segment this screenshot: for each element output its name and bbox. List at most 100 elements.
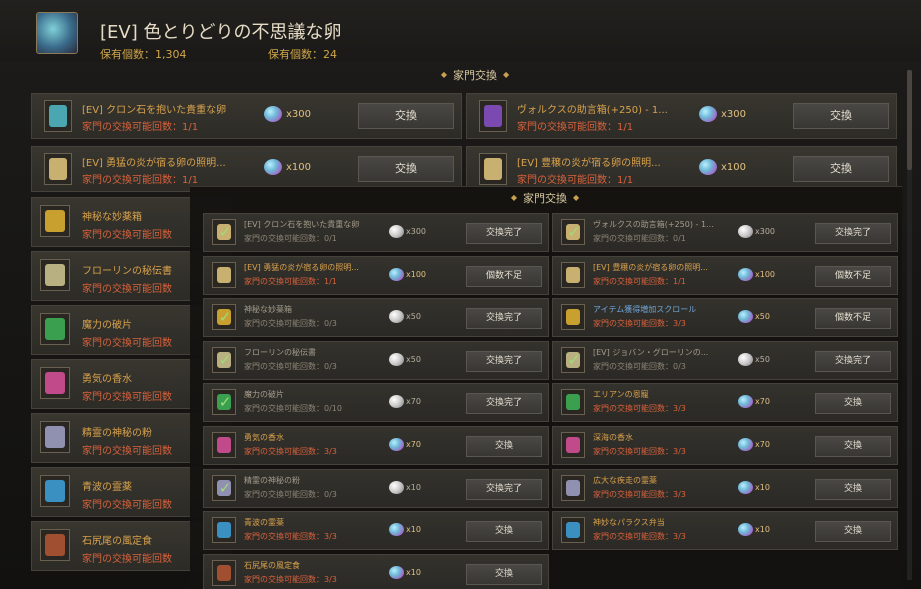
exchange-count: 家門の交換可能回数：1/1 [82,122,199,133]
egg-currency-icon [389,480,404,494]
exchange-button[interactable]: 交換完了 [466,350,542,372]
window-title: [EV] 色とりどりの不思議な卵 [100,22,342,43]
small-item-card: ✓ [EV] ジョバン・グローリンの... 家門の交換可能回数：0/3 x50 交換完了 [552,340,898,380]
checkmark-icon: ✓ [567,223,581,241]
small-item-card: ✓ [EV] クロン石を抱いた貴重な卵 家門の交換可能回数：0/1 x300 交換完了 [203,213,549,252]
exchange-count: 家門の交換可能回数：0/3 [244,319,337,329]
exchange-count: 家門の交換可能回数：1/1 [517,122,634,133]
item-icon-art [484,158,502,180]
egg-currency-icon [389,267,404,281]
egg-currency-icon [389,310,404,324]
item-name: 石尻尾の風定食 [82,536,152,547]
item-icon-art [217,564,231,581]
item-name: アイテム獲得増加スクロール [593,305,697,315]
exchange-count: 家門の交換可能回数 [82,500,172,511]
item-icon-art [566,437,580,453]
exchange-count: 家門の交換可能回数：0/10 [244,404,342,414]
egg-currency-icon [738,395,753,409]
exchange-button[interactable]: 個数不足 [466,265,542,287]
exchange-count: 家門の交換可能回数 [82,230,172,241]
exchange-button[interactable]: 交換 [793,156,889,182]
item-icon [561,304,585,331]
small-item-card: [EV] 勇猛の炎が宿る卵の照明... 家門の交換可能回数：1/1 x100 個数不足 [203,255,549,295]
cost-quantity: x10 [755,482,770,492]
section-title: ◆ 家門交換 ◆ [440,69,510,82]
item-icon [212,517,236,544]
item-icon [561,432,585,458]
exchange-button[interactable]: 交換 [466,521,542,543]
egg-currency-icon [738,310,753,324]
exchange-count: 家門の交換可能回数：1/1 [517,175,634,186]
cost-quantity: x100 [755,269,776,279]
small-item-card: アイテム獲得増加スクロール 家門の交換可能回数：3/3 x50 個数不足 [552,298,898,338]
item-icon [40,475,70,507]
checkmark-icon: ✓ [218,393,232,412]
overlay-panel: ◆ 家門交換 ◆ ✓ [EV] クロン石を抱いた貴重な卵 家門の交換可能回数：0/1 x3… [190,186,902,589]
item-icon-art [45,372,65,394]
small-item-card: 深海の香水 家門の交換可能回数：3/3 x70 交換 [552,426,898,465]
item-name: ヴォルクスの助言箱(+250) - 1... [517,105,668,116]
item-icon: ✓ [212,346,236,373]
exchange-count: 家門の交換可能回数 [82,284,172,295]
small-item-card: ✓ フローリンの秘伝書 家門の交換可能回数：0/3 x50 交換完了 [203,340,549,380]
egg-currency-icon [389,438,404,451]
item-icon [212,432,236,458]
exchange-count: 家門の交換可能回数：1/1 [244,276,337,286]
item-name: 神秘な妙薬箱 [244,305,292,315]
exchange-button[interactable]: 交換完了 [466,308,542,330]
item-icon [40,367,70,399]
egg-currency-icon [738,352,753,366]
item-icon-art [217,437,231,453]
item-name: フローリンの秘伝書 [82,266,172,277]
small-item-card: ✓ ヴォルクスの助言箱(+250) - 1... 家門の交換可能回数：0/1 x300… [552,213,898,252]
exchange-count: 家門の交換可能回数：3/3 [593,489,686,499]
exchange-button[interactable]: 交換 [793,103,889,129]
egg-currency-icon [264,159,282,175]
exchange-button[interactable]: 交換 [358,103,454,129]
item-icon-art [217,522,231,539]
exchange-count: 家門の交換可能回数：3/3 [244,447,337,456]
small-item-card: 勇気の香水 家門の交換可能回数：3/3 x70 交換 [203,426,549,465]
exchange-button[interactable]: 個数不足 [815,308,891,330]
exchange-button[interactable]: 交換完了 [815,350,891,372]
exchange-button[interactable]: 交換完了 [815,223,891,244]
item-icon-art [45,318,65,340]
exchange-button[interactable]: 交換 [815,521,891,543]
exchange-button[interactable]: 交換 [358,156,454,182]
exchange-count: 家門の交換可能回数：1/1 [82,175,199,186]
section-title-label: 家門交換 [453,69,497,82]
item-name: 勇気の香水 [244,433,284,442]
item-icon-art [566,479,580,496]
item-name: 精霊の神秘の粉 [244,475,300,485]
item-icon [561,517,585,544]
exchange-button[interactable]: 交換 [466,563,542,585]
cost-quantity: x70 [755,397,770,407]
egg-currency-icon [738,267,753,281]
egg-currency-icon [389,395,404,409]
exchange-count: 家門の交換可能回数：0/3 [593,361,686,371]
item-name: [EV] クロン石を抱いた貴重な卵 [82,105,227,116]
big-item-card: ヴォルクスの助言箱(+250) - 1... 家門の交換可能回数：1/1 x300 交… [466,93,897,139]
item-icon-art [49,105,67,127]
exchange-count: 家門の交換可能回数：3/3 [593,532,686,542]
cost-quantity: x50 [406,354,421,364]
exchange-button[interactable]: 交換完了 [466,223,542,244]
exchange-button[interactable]: 交換 [466,436,542,457]
exchange-button[interactable]: 交換 [815,436,891,457]
cost-quantity: x10 [755,525,770,535]
colorful-egg-icon [36,12,78,54]
scrollbar-thumb[interactable] [907,70,912,170]
cost-quantity: x70 [406,397,421,407]
exchange-button[interactable]: 交換完了 [466,393,542,415]
item-name: 魔力の破片 [82,320,132,331]
small-item-card: ✓ 神秘な妙薬箱 家門の交換可能回数：0/3 x50 交換完了 [203,298,549,338]
cost-quantity: x300 [406,227,427,236]
exchange-window: [EV] 色とりどりの不思議な卵 保有個数：1,304 保有個数：24 ◆ 家門交… [0,0,921,589]
exchange-button[interactable]: 個数不足 [815,265,891,287]
exchange-button[interactable]: 交換完了 [466,478,542,500]
item-name: 精霊の神秘の粉 [82,428,152,439]
exchange-button[interactable]: 交換 [815,478,891,500]
item-icon-art [566,522,580,539]
exchange-button[interactable]: 交換 [815,393,891,415]
item-name: 神秘な妙薬箱 [82,212,142,223]
